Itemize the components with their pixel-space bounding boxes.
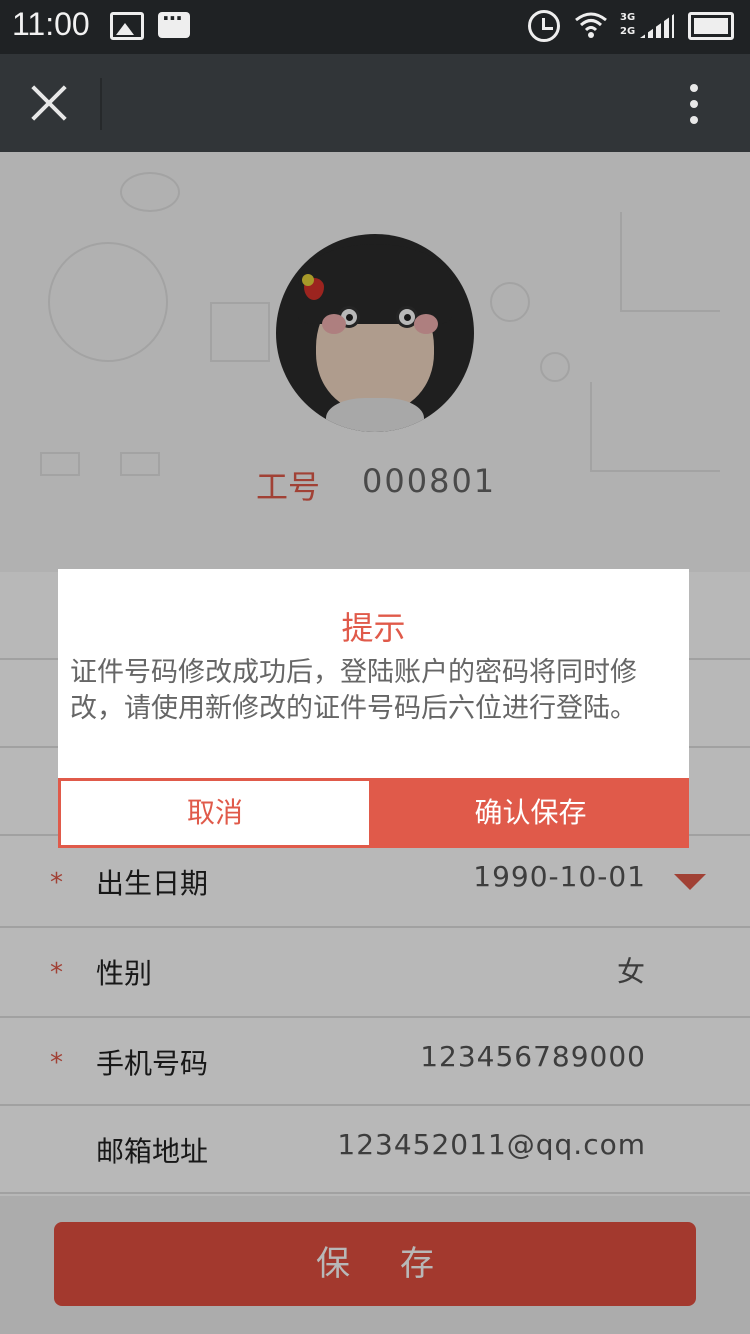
battery-icon	[688, 12, 734, 40]
confirm-save-button[interactable]: 确认保存	[372, 778, 689, 848]
message-notification-icon	[158, 6, 190, 38]
confirm-dialog: 提示 证件号码修改成功后，登陆账户的密码将同时修改，请使用新修改的证件号码后六位…	[58, 569, 689, 848]
status-bar: 11:00 3G 2G	[0, 0, 750, 54]
more-options-icon[interactable]	[682, 82, 706, 126]
dialog-message: 证件号码修改成功后，登陆账户的密码将同时修改，请使用新修改的证件号码后六位进行登…	[70, 657, 637, 724]
appbar-divider	[100, 78, 102, 130]
cellular-signal-icon: 3G 2G	[620, 12, 676, 40]
alarm-icon	[528, 10, 560, 42]
close-icon[interactable]	[28, 82, 70, 124]
status-time: 11:00	[12, 6, 90, 42]
wifi-icon	[575, 12, 607, 38]
image-notification-icon	[110, 12, 144, 40]
dialog-title: 提示	[341, 609, 406, 647]
cancel-button[interactable]: 取消	[58, 778, 372, 848]
app-bar	[0, 54, 750, 152]
